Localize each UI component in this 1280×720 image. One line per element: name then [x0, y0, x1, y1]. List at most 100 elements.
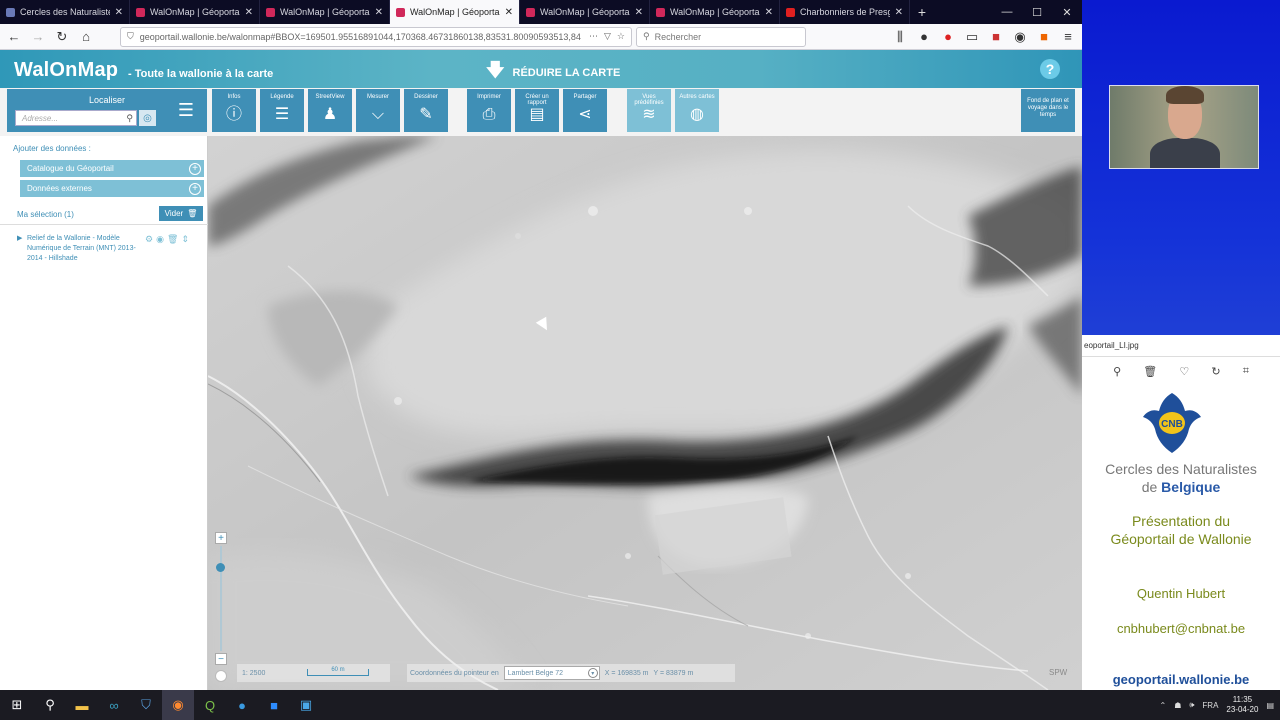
extension-orange-icon[interactable]: ■ — [1034, 27, 1054, 47]
pocket-icon[interactable]: ▽ — [604, 31, 611, 42]
clock-time: 11:35 — [1232, 695, 1253, 704]
home-icon[interactable]: ⌂ — [76, 27, 96, 47]
tool-layers-button[interactable]: Vues prédéfinies ≋ — [627, 89, 671, 132]
crop-icon[interactable]: ⌗ — [1243, 365, 1249, 378]
tool-legend-button[interactable]: Légende ☰ — [260, 89, 304, 132]
window-app-icon[interactable]: ▣ — [290, 690, 322, 720]
tool-print-button[interactable]: Imprimer ⎙ — [467, 89, 511, 132]
tab-close-icon[interactable]: ✕ — [505, 7, 513, 18]
language-indicator[interactable]: FRA — [1202, 701, 1218, 710]
browser-tab[interactable]: WalOnMap | Géoportail d ✕ — [130, 0, 260, 24]
browser-tab[interactable]: WalOnMap | Géoportail d ✕ — [260, 0, 390, 24]
new-tab-button[interactable]: + — [910, 0, 934, 24]
tab-close-icon[interactable]: ✕ — [635, 7, 643, 18]
browser-tab[interactable]: Cercles des Naturalistes d ✕ — [0, 0, 130, 24]
geolocate-icon[interactable]: ◎ — [139, 110, 156, 126]
reload-icon[interactable]: ↻ — [52, 27, 72, 47]
video-app-icon[interactable]: ■ — [258, 690, 290, 720]
basemap-time-button[interactable]: Fond de plan et voyage dans le temps — [1021, 89, 1075, 132]
tab-list: Cercles des Naturalistes d ✕ WalOnMap | Gé… — [0, 0, 910, 24]
zoom-in-button[interactable]: + — [215, 532, 227, 544]
cnb-logo: CNB — [1143, 393, 1201, 453]
tab-title: Cercles des Naturalistes d — [20, 7, 110, 17]
zoom-out-button[interactable]: − — [215, 653, 227, 665]
tab-close-icon[interactable]: ✕ — [765, 7, 773, 18]
account-icon[interactable]: ● — [914, 27, 934, 47]
url-bar[interactable]: ⛉ geoportail.wallonie.be/walonmap#BBOX=1… — [120, 26, 632, 47]
address-input[interactable]: Adresse... ⚲ — [15, 110, 137, 126]
heart-icon[interactable]: ♡ — [1179, 365, 1189, 378]
bookmark-star-icon[interactable]: ☆ — [617, 31, 625, 42]
search-input[interactable]: ⚲ Rechercher — [636, 26, 806, 47]
notification-icon[interactable]: ▤ — [1266, 701, 1274, 710]
windows-start-icon[interactable]: ⊞ — [0, 690, 34, 720]
close-window-icon[interactable]: ✕ — [1052, 0, 1082, 24]
trash-icon[interactable]: 🗑 — [1143, 365, 1157, 378]
zoom-icon[interactable]: ⚲ — [1113, 365, 1121, 378]
tab-title: WalOnMap | Géoportail d — [670, 7, 760, 17]
gear-icon[interactable]: ⚙ — [145, 234, 153, 245]
search-icon[interactable]: ⚲ — [126, 113, 133, 124]
search-icon[interactable]: ⚲ — [34, 690, 66, 720]
zoom-slider-track[interactable] — [220, 546, 222, 651]
help-button[interactable]: ? — [1040, 59, 1060, 79]
reduce-map-button[interactable]: 🡇 RÉDUIRE LA CARTE — [486, 58, 620, 88]
qgis-icon[interactable]: Q — [194, 690, 226, 720]
zoom-slider-handle[interactable] — [216, 563, 225, 572]
tool-share-button[interactable]: Partager ⋖ — [563, 89, 607, 132]
back-icon[interactable]: ← — [4, 27, 24, 47]
drag-handle-icon[interactable]: ⇕ — [181, 234, 189, 245]
browser-tab[interactable]: WalOnMap | Géoportail d ✕ — [650, 0, 780, 24]
browser-tab[interactable]: Charbonniers de Presgau ✕ — [780, 0, 910, 24]
trash-icon[interactable]: 🗑 — [167, 234, 178, 245]
maximize-icon[interactable]: ☐ — [1022, 0, 1052, 24]
tab-favicon-icon — [526, 7, 535, 17]
clock[interactable]: 11:35 23-04-20 — [1226, 695, 1258, 715]
file-explorer-icon[interactable]: ▬ — [66, 690, 98, 720]
image-viewer-tools: ⚲ 🗑 ♡ ↻ ⌗ — [1082, 357, 1280, 385]
library-icon[interactable]: ⫼ — [890, 27, 910, 47]
eye-icon[interactable]: ◉ — [156, 234, 164, 245]
browser-nav-bar: ← → ↻ ⌂ ⛉ geoportail.wallonie.be/walonma… — [0, 24, 1082, 50]
rotate-icon[interactable]: ↻ — [1211, 365, 1220, 378]
tool-draw-button[interactable]: Dessiner ✎ — [404, 89, 448, 132]
volume-icon[interactable]: 🕪 — [1189, 700, 1194, 710]
app-logo[interactable]: WalOnMap — [14, 59, 118, 82]
browser-tab[interactable]: WalOnMap | Géoportail d ✕ — [390, 0, 520, 24]
extension-opera-icon[interactable]: ● — [938, 27, 958, 47]
clear-selection-button[interactable]: Vider 🗑 — [159, 206, 203, 221]
webcam-feed — [1109, 85, 1259, 169]
tool-globe-button[interactable]: Autres cartes ◍ — [675, 89, 719, 132]
firefox-icon[interactable]: ◉ — [162, 690, 194, 720]
expand-arrow-icon[interactable]: ▶ — [17, 234, 22, 242]
tool-report-button[interactable]: Créer un rapport ▤ — [515, 89, 559, 132]
tab-close-icon[interactable]: ✕ — [115, 7, 123, 18]
forward-icon[interactable]: → — [28, 27, 48, 47]
menu-hamburger-button[interactable]: ☰ — [165, 89, 207, 132]
arduino-icon[interactable]: ∞ — [98, 690, 130, 720]
chat-icon[interactable]: ● — [226, 690, 258, 720]
streetview-icon: ♟ — [322, 106, 338, 123]
browser-tab[interactable]: WalOnMap | Géoportail d ✕ — [520, 0, 650, 24]
extension-window-icon[interactable]: ▭ — [962, 27, 982, 47]
tool-streetview-button[interactable]: StreetView ♟ — [308, 89, 352, 132]
app-shield-icon[interactable]: ⛉ — [130, 690, 162, 720]
more-icon[interactable]: ⋯ — [589, 31, 598, 42]
map-canvas[interactable] — [208, 136, 1082, 690]
tab-close-icon[interactable]: ✕ — [375, 7, 383, 18]
external-data-button[interactable]: Données externes + — [20, 180, 204, 197]
network-icon[interactable]: ☗ — [1174, 701, 1181, 710]
extension-red-icon[interactable]: ■ — [986, 27, 1006, 47]
tab-close-icon[interactable]: ✕ — [245, 7, 253, 18]
chevron-up-icon[interactable]: ⌃ — [1159, 701, 1166, 710]
catalogue-button[interactable]: Catalogue du Géoportail + — [20, 160, 204, 177]
menu-icon[interactable]: ≡ — [1058, 27, 1078, 47]
extension-user-icon[interactable]: ◉ — [1010, 27, 1030, 47]
zoom-extent-button[interactable] — [215, 670, 227, 682]
tool-measure-button[interactable]: Mesurer ⌵ — [356, 89, 400, 132]
tab-close-icon[interactable]: ✕ — [895, 7, 903, 18]
chevron-down-icon: ▾ — [587, 668, 598, 678]
minimize-icon[interactable]: — — [992, 0, 1022, 24]
tool-info-button[interactable]: Infos ⓘ — [212, 89, 256, 132]
projection-select[interactable]: Lambert Belge 72 ▾ — [503, 666, 600, 680]
